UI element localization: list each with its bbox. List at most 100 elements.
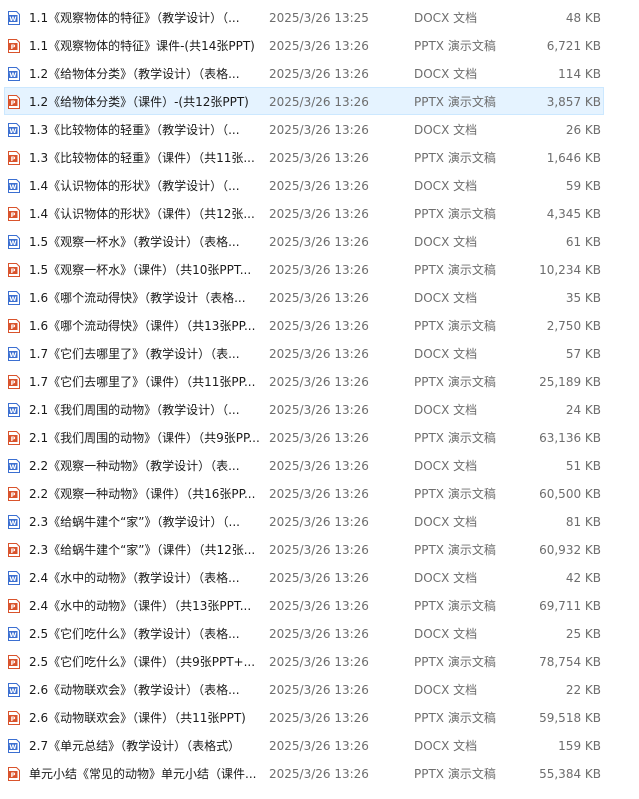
file-name: 1.1《观察物体的特征》课件-(共14张PPT)	[29, 39, 255, 53]
file-row[interactable]: W 1.7《它们去哪里了》（教学设计）（表... 2025/3/26 13:26…	[4, 339, 604, 367]
file-name: 1.6《哪个流动得快》（课件）（共13张PP...	[29, 319, 256, 333]
file-size: 57 KB	[565, 347, 601, 361]
file-row[interactable]: W 2.1《我们周围的动物》（教学设计）（... 2025/3/26 13:26…	[4, 395, 604, 423]
svg-text:W: W	[9, 631, 16, 639]
pptx-icon: P	[8, 599, 20, 613]
file-row[interactable]: P 单元小结《常见的动物》单元小结（课件... 2025/3/26 13:26 …	[4, 759, 604, 787]
svg-text:P: P	[11, 435, 16, 443]
file-date-modified: 2025/3/26 13:26	[269, 571, 369, 585]
docx-icon: W	[8, 235, 20, 249]
svg-text:W: W	[9, 463, 16, 471]
docx-icon: W	[8, 459, 20, 473]
file-date-modified: 2025/3/26 13:26	[269, 767, 369, 781]
file-row[interactable]: W 2.7《单元总结》（教学设计）（表格式） 2025/3/26 13:26 D…	[4, 731, 604, 759]
file-row[interactable]: W 2.5《它们吃什么》（教学设计）（表格... 2025/3/26 13:26…	[4, 619, 604, 647]
file-row[interactable]: W 1.5《观察一杯水》（教学设计）（表格... 2025/3/26 13:26…	[4, 227, 604, 255]
docx-icon: W	[8, 739, 20, 753]
file-row[interactable]: P 1.2《给物体分类》（课件）-(共12张PPT) 2025/3/26 13:…	[4, 87, 604, 115]
file-size: 55,384 KB	[539, 767, 601, 781]
file-type: DOCX 文档	[414, 515, 478, 529]
pptx-icon: P	[8, 655, 20, 669]
file-type: DOCX 文档	[414, 235, 478, 249]
file-type: PPTX 演示文稿	[414, 767, 496, 781]
file-name: 1.4《认识物体的形状》（教学设计）（...	[29, 179, 240, 193]
file-type: DOCX 文档	[414, 403, 478, 417]
file-row[interactable]: W 1.4《认识物体的形状》（教学设计）（... 2025/3/26 13:26…	[4, 171, 604, 199]
pptx-icon: P	[8, 711, 20, 725]
file-type: DOCX 文档	[414, 627, 478, 641]
file-date-modified: 2025/3/26 13:26	[269, 375, 369, 389]
file-size: 4,345 KB	[546, 207, 601, 221]
file-size: 63,136 KB	[539, 431, 601, 445]
file-row[interactable]: W 2.3《给蜗牛建个“家”》（教学设计）（... 2025/3/26 13:2…	[4, 507, 604, 535]
docx-icon: W	[8, 291, 20, 305]
file-size: 25 KB	[565, 627, 601, 641]
pptx-icon: P	[8, 487, 20, 501]
file-row[interactable]: P 1.7《它们去哪里了》（课件）（共11张PP... 2025/3/26 13…	[4, 367, 604, 395]
file-size: 61 KB	[565, 235, 601, 249]
file-type: PPTX 演示文稿	[414, 207, 496, 221]
file-name: 1.4《认识物体的形状》（课件）（共12张...	[29, 207, 255, 221]
file-row[interactable]: W 1.3《比较物体的轻重》（教学设计）（... 2025/3/26 13:26…	[4, 115, 604, 143]
file-size: 6,721 KB	[546, 39, 601, 53]
file-row[interactable]: P 2.4《水中的动物》（课件）（共13张PPT... 2025/3/26 13…	[4, 591, 604, 619]
pptx-icon: P	[8, 263, 20, 277]
file-date-modified: 2025/3/26 13:26	[269, 711, 369, 725]
svg-text:P: P	[11, 267, 16, 275]
file-row[interactable]: P 2.2《观察一种动物》（课件）（共16张PP... 2025/3/26 13…	[4, 479, 604, 507]
svg-text:P: P	[11, 491, 16, 499]
file-row[interactable]: P 1.3《比较物体的轻重》（课件）（共11张... 2025/3/26 13:…	[4, 143, 604, 171]
file-size: 60,932 KB	[539, 543, 601, 557]
file-row[interactable]: W 1.2《给物体分类》（教学设计）（表格... 2025/3/26 13:26…	[4, 59, 604, 87]
file-row[interactable]: P 2.5《它们吃什么》（课件）（共9张PPT+... 2025/3/26 13…	[4, 647, 604, 675]
file-row[interactable]: W 2.2《观察一种动物》（教学设计）（表... 2025/3/26 13:26…	[4, 451, 604, 479]
file-size: 59,518 KB	[539, 711, 601, 725]
file-date-modified: 2025/3/26 13:26	[269, 347, 369, 361]
svg-text:P: P	[11, 771, 16, 779]
file-type: DOCX 文档	[414, 347, 478, 361]
docx-icon: W	[8, 683, 20, 697]
file-row[interactable]: P 2.1《我们周围的动物》（课件）（共9张PP... 2025/3/26 13…	[4, 423, 604, 451]
pptx-icon: P	[8, 767, 20, 781]
file-type: PPTX 演示文稿	[414, 39, 496, 53]
file-name: 1.3《比较物体的轻重》（教学设计）（...	[29, 123, 240, 137]
file-row[interactable]: W 1.1《观察物体的特征》（教学设计）（... 2025/3/26 13:25…	[4, 3, 604, 31]
file-type: DOCX 文档	[414, 739, 478, 753]
svg-text:P: P	[11, 155, 16, 163]
file-size: 10,234 KB	[539, 263, 601, 277]
svg-text:W: W	[9, 351, 16, 359]
file-size: 42 KB	[565, 571, 601, 585]
file-name: 2.4《水中的动物》（教学设计）（表格...	[29, 571, 240, 585]
file-name: 1.7《它们去哪里了》（课件）（共11张PP...	[29, 375, 256, 389]
file-size: 51 KB	[565, 459, 601, 473]
file-type: PPTX 演示文稿	[414, 487, 496, 501]
file-row[interactable]: W 2.6《动物联欢会》（教学设计）（表格... 2025/3/26 13:26…	[4, 675, 604, 703]
file-name: 2.5《它们吃什么》（教学设计）（表格...	[29, 627, 240, 641]
file-row[interactable]: P 2.3《给蜗牛建个“家”》（课件）（共12张... 2025/3/26 13…	[4, 535, 604, 563]
file-size: 3,857 KB	[546, 95, 601, 109]
file-row[interactable]: P 1.4《认识物体的形状》（课件）（共12张... 2025/3/26 13:…	[4, 199, 604, 227]
file-date-modified: 2025/3/26 13:26	[269, 599, 369, 613]
file-row[interactable]: P 1.1《观察物体的特征》课件-(共14张PPT) 2025/3/26 13:…	[4, 31, 604, 59]
file-size: 26 KB	[565, 123, 601, 137]
file-row[interactable]: P 1.6《哪个流动得快》（课件）（共13张PP... 2025/3/26 13…	[4, 311, 604, 339]
file-row[interactable]: W 1.6《哪个流动得快》（教学设计（表格... 2025/3/26 13:26…	[4, 283, 604, 311]
file-type: PPTX 演示文稿	[414, 599, 496, 613]
file-date-modified: 2025/3/26 13:26	[269, 403, 369, 417]
file-size: 22 KB	[565, 683, 601, 697]
docx-icon: W	[8, 123, 20, 137]
file-name: 2.3《给蜗牛建个“家”》（课件）（共12张...	[29, 543, 256, 557]
file-name: 2.6《动物联欢会》（教学设计）（表格...	[29, 683, 240, 697]
file-date-modified: 2025/3/26 13:26	[269, 207, 369, 221]
file-row[interactable]: W 2.4《水中的动物》（教学设计）（表格... 2025/3/26 13:26…	[4, 563, 604, 591]
pptx-icon: P	[8, 207, 20, 221]
file-date-modified: 2025/3/26 13:26	[269, 95, 369, 109]
file-name: 1.6《哪个流动得快》（教学设计（表格...	[29, 291, 246, 305]
file-row[interactable]: P 1.5《观察一杯水》（课件）（共10张PPT... 2025/3/26 13…	[4, 255, 604, 283]
pptx-icon: P	[8, 375, 20, 389]
file-date-modified: 2025/3/26 13:26	[269, 683, 369, 697]
docx-icon: W	[8, 403, 20, 417]
file-row[interactable]: P 2.6《动物联欢会》（课件）（共11张PPT) 2025/3/26 13:2…	[4, 703, 604, 731]
file-size: 24 KB	[565, 403, 601, 417]
file-type: PPTX 演示文稿	[414, 375, 496, 389]
